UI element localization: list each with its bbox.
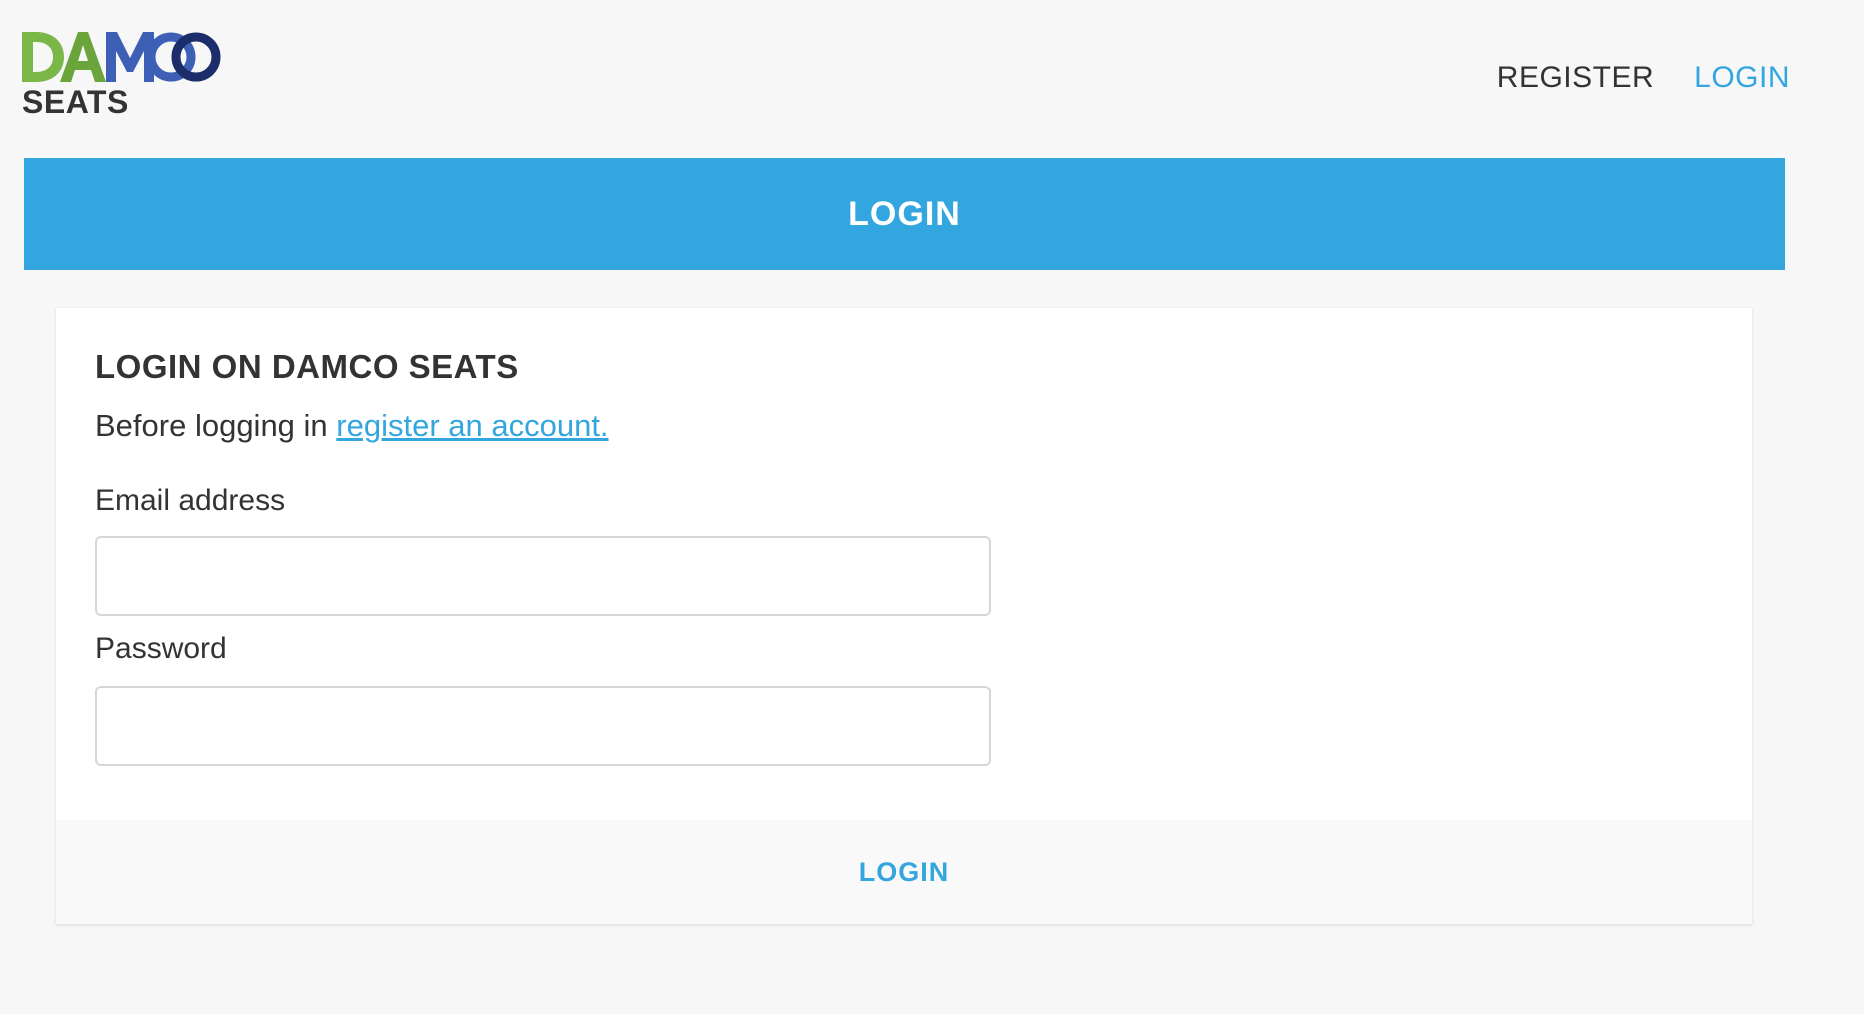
- password-label: Password: [95, 632, 227, 665]
- logo-seats-text: SEATS: [22, 84, 129, 120]
- damco-logo-icon: [22, 32, 221, 82]
- site-header: SEATS REGISTER LOGIN: [0, 0, 1864, 150]
- email-label: Email address: [95, 484, 286, 517]
- login-heading: LOGIN ON DAMCO SEATS: [95, 348, 519, 385]
- damco-seats-logo[interactable]: SEATS: [22, 28, 222, 123]
- register-account-link[interactable]: register an account.: [336, 408, 608, 443]
- nav-login-link[interactable]: LOGIN: [1694, 54, 1790, 102]
- login-card-body: LOGIN ON DAMCO SEATS Before logging in r…: [56, 308, 1752, 820]
- login-intro-text: Before logging in: [95, 408, 337, 443]
- nav-register-link[interactable]: REGISTER: [1497, 54, 1654, 102]
- login-card-footer: LOGIN: [56, 820, 1752, 924]
- email-field[interactable]: [95, 536, 991, 616]
- page-banner: LOGIN: [24, 158, 1785, 270]
- banner-title: LOGIN: [848, 194, 961, 233]
- login-intro: Before logging in register an account.: [95, 408, 609, 444]
- login-card: LOGIN ON DAMCO SEATS Before logging in r…: [56, 308, 1752, 924]
- password-field[interactable]: [95, 686, 991, 766]
- login-submit-button[interactable]: LOGIN: [839, 847, 970, 898]
- top-nav: REGISTER LOGIN: [1497, 54, 1790, 102]
